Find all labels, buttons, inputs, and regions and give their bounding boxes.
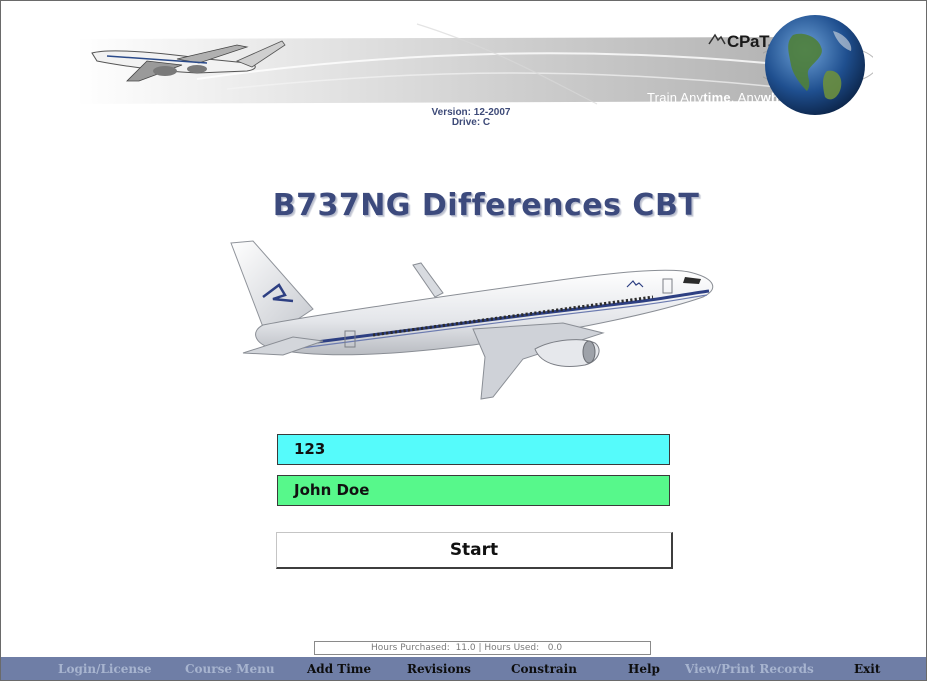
bottom-nav-bar: Login/License Course Menu Add Time Revis… — [1, 657, 926, 680]
hours-status: Hours Purchased: 11.0 | Hours Used: 0.0 — [314, 641, 651, 655]
start-button[interactable]: Start — [276, 532, 673, 569]
course-title: B737NG Differences CBT — [272, 188, 700, 223]
cpat-logo-icon — [708, 33, 726, 45]
nav-exit[interactable]: Exit — [854, 657, 880, 680]
app-window: CPaT, Inc. Train Anytime, Anywhere Versi… — [0, 0, 927, 681]
jet-airliner-icon — [91, 40, 286, 82]
nav-login-license[interactable]: Login/License — [58, 657, 152, 680]
nav-view-print-records[interactable]: View/Print Records — [685, 657, 814, 680]
globe-icon — [763, 15, 873, 115]
nav-help[interactable]: Help — [628, 657, 660, 680]
user-id-field[interactable]: 123 — [277, 434, 670, 465]
boeing-737-aircraft-icon — [230, 240, 714, 400]
header-banner: CPaT, Inc. Train Anytime, Anywhere — [77, 9, 907, 121]
nav-revisions[interactable]: Revisions — [407, 657, 471, 680]
drive-label: Drive: C — [451, 117, 491, 128]
nav-add-time[interactable]: Add Time — [307, 657, 371, 680]
user-name-field[interactable]: John Doe — [277, 475, 670, 506]
version-info: Version: 12-2007 Drive: C — [406, 108, 536, 128]
nav-course-menu[interactable]: Course Menu — [185, 657, 275, 680]
nav-constrain[interactable]: Constrain — [511, 657, 577, 680]
